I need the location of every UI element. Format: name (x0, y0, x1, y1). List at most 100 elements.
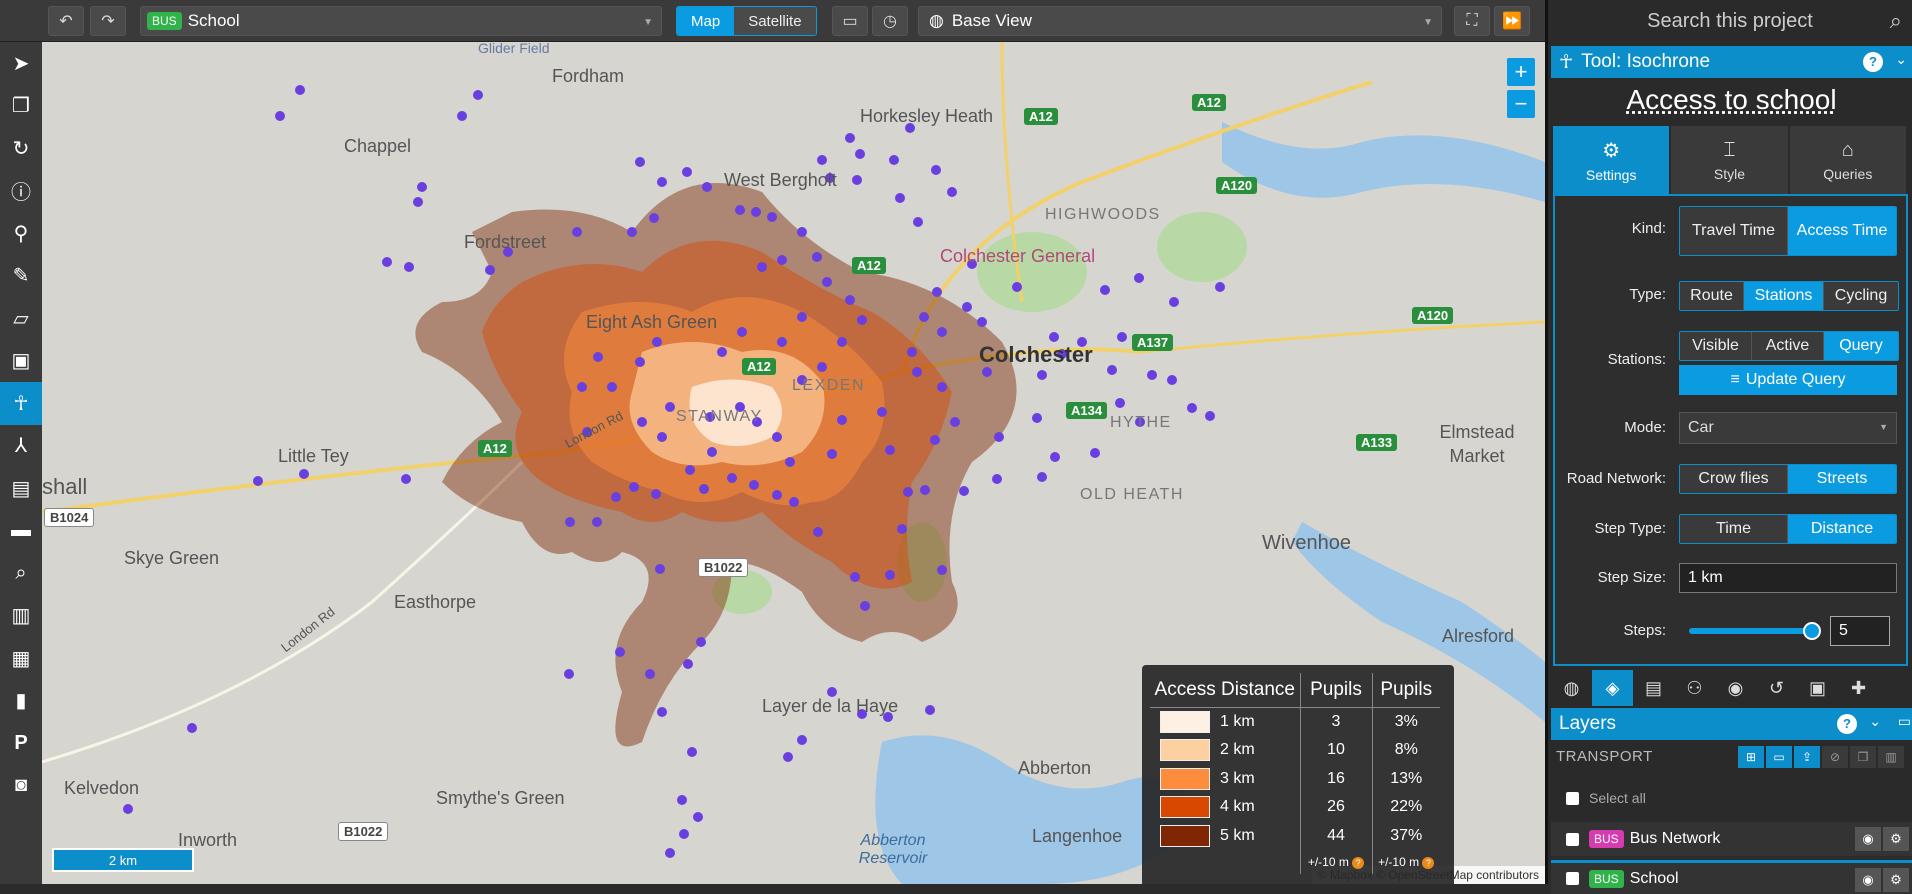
road-option-crow-flies[interactable]: Crow flies (1680, 465, 1788, 493)
legend-header-distance: Access Distance (1150, 673, 1300, 708)
search-input[interactable]: Search this project (1647, 10, 1813, 33)
kind-option-travel-time[interactable]: Travel Time (1680, 207, 1788, 255)
layer-row[interactable]: BUS School ◉ ⚙ (1551, 860, 1912, 894)
eye-icon[interactable]: ◉ (1855, 868, 1881, 892)
stations-option-query[interactable]: Query (1824, 332, 1898, 360)
fullscreen-button[interactable]: ⛶ (1454, 6, 1490, 36)
comment-tool[interactable]: ▤ (0, 467, 42, 510)
chart-tool[interactable]: ▮ (0, 680, 42, 723)
isochrone-tool[interactable]: ☥ (0, 382, 42, 425)
step-size-input[interactable]: 1 km (1679, 563, 1897, 593)
globe-tab[interactable]: ◍ (1551, 670, 1592, 706)
layers-copy-tool[interactable]: ❐ (0, 85, 42, 128)
upload-button[interactable]: ⇪ (1794, 746, 1820, 768)
layers-title: Layers (1559, 713, 1616, 735)
help-icon[interactable]: ? (1837, 714, 1857, 734)
place-label: shall (42, 474, 87, 500)
users-tab[interactable]: ⚇ (1674, 670, 1715, 706)
hide-button[interactable]: ⊘ (1822, 746, 1848, 768)
main-road (1142, 322, 1545, 352)
tab-style[interactable]: ⌶ Style (1671, 126, 1787, 194)
checkbox[interactable] (1566, 872, 1579, 885)
gear-icon[interactable]: ⚙ (1883, 827, 1909, 851)
checkbox[interactable] (1566, 792, 1579, 805)
gear-icon[interactable]: ⚙ (1883, 868, 1909, 892)
help-icon[interactable]: ? (1352, 857, 1364, 869)
fullscreen-icon: ⛶ (1466, 12, 1477, 30)
kind-option-access-time[interactable]: Access Time (1788, 207, 1896, 255)
tab-queries[interactable]: ⌂ Queries (1790, 126, 1906, 194)
forward-button[interactable]: ⏩ (1494, 6, 1530, 36)
delete-button[interactable]: ▥ (1878, 746, 1904, 768)
add-layer-button[interactable]: ⊞ (1738, 746, 1764, 768)
map-canvas[interactable]: Fordham Chappel Horkesley Heath West Ber… (42, 42, 1545, 884)
eye-icon[interactable]: ◉ (1855, 827, 1881, 851)
mode-select[interactable]: Car ▼ (1679, 412, 1897, 444)
pin-tool[interactable]: ⚲ (0, 212, 42, 255)
update-query-button[interactable]: ≡ Update Query (1679, 365, 1897, 395)
stations-option-visible[interactable]: Visible (1680, 332, 1752, 360)
ruler-tool[interactable]: ▬ (0, 510, 42, 553)
pin-icon: ⚲ (14, 221, 29, 246)
search-bar[interactable]: Search this project ⌕ (1548, 0, 1912, 42)
comments-tab[interactable]: ▤ (1633, 670, 1674, 706)
zoom-out-button[interactable]: − (1507, 90, 1535, 118)
info-tool[interactable]: ⓘ (0, 170, 42, 213)
type-option-cycling[interactable]: Cycling (1824, 282, 1898, 310)
pointer-tool[interactable]: ➤ (0, 42, 42, 85)
select-all-checkbox[interactable]: Select all (1566, 790, 1646, 806)
copy-button[interactable]: ❐ (1850, 746, 1876, 768)
zoom-in-button[interactable]: + (1507, 58, 1535, 86)
tool-title[interactable]: Access to school (1548, 84, 1912, 116)
chevron-down-icon[interactable]: ⌄ (1869, 713, 1881, 730)
train-icon: ▣ (1809, 678, 1826, 699)
legend-pct: 22% (1372, 793, 1440, 822)
chevron-down-icon[interactable]: ⌄ (1895, 51, 1907, 68)
stations-option-active[interactable]: Active (1752, 332, 1824, 360)
type-option-route[interactable]: Route (1680, 282, 1744, 310)
plugins-tab[interactable]: ✚ (1838, 670, 1879, 706)
project-select[interactable]: BUS School ▼ (140, 6, 662, 36)
slider-handle[interactable] (1803, 622, 1821, 640)
search-tool[interactable]: ⌕ (0, 552, 42, 595)
transit-tab[interactable]: ▣ (1797, 670, 1838, 706)
clock-button[interactable]: ◷ (872, 6, 908, 36)
camera-tool[interactable]: ◙ (0, 765, 42, 808)
pencil-tool[interactable]: ✎ (0, 255, 42, 298)
step-option-time[interactable]: Time (1680, 515, 1788, 543)
refresh-icon: ↻ (13, 136, 30, 161)
undo-button[interactable]: ↶ (48, 6, 84, 36)
steps-input[interactable]: 5 (1830, 616, 1890, 646)
expand-icon[interactable]: ▭ (1898, 713, 1911, 730)
parking-tool[interactable]: P (0, 722, 42, 765)
history-tab[interactable]: ↺ (1756, 670, 1797, 706)
layer-badge: BUS (1589, 870, 1624, 888)
base-view-select[interactable]: ◍ Base View ▼ (918, 6, 1442, 36)
merge-tool[interactable]: ⅄ (0, 425, 42, 468)
book-tool[interactable]: ▥ (0, 595, 42, 638)
layer-row[interactable]: BUS Bus Network ◉ ⚙ (1551, 822, 1912, 856)
folder-button[interactable]: ▭ (1766, 746, 1792, 768)
checkbox[interactable] (1566, 833, 1579, 846)
help-icon[interactable]: ? (1422, 857, 1434, 869)
step-option-distance[interactable]: Distance (1788, 515, 1896, 543)
train-tool[interactable]: ▣ (0, 340, 42, 383)
tab-satellite[interactable]: Satellite (734, 7, 815, 35)
eraser-tool[interactable]: ▱ (0, 297, 42, 340)
type-option-stations[interactable]: Stations (1744, 282, 1824, 310)
tab-map[interactable]: Map (677, 7, 734, 35)
legend-label: 3 km (1220, 765, 1300, 794)
redo-button[interactable]: ↷ (90, 6, 126, 36)
chip-tool[interactable]: ▦ (0, 637, 42, 680)
road-option-streets[interactable]: Streets (1788, 465, 1896, 493)
chevron-down-icon: ▼ (643, 17, 653, 28)
help-icon[interactable]: ? (1863, 52, 1883, 72)
monitor-button[interactable]: ▭ (832, 6, 868, 36)
tab-settings[interactable]: ⚙ Settings (1553, 126, 1669, 194)
tab-label: Style (1714, 166, 1745, 182)
visibility-tab[interactable]: ◉ (1715, 670, 1756, 706)
refresh-tool[interactable]: ↻ (0, 127, 42, 170)
layers-tab[interactable]: ◈ (1592, 670, 1633, 706)
search-icon[interactable]: ⌕ (1890, 8, 1902, 34)
steps-slider[interactable] (1689, 628, 1815, 634)
